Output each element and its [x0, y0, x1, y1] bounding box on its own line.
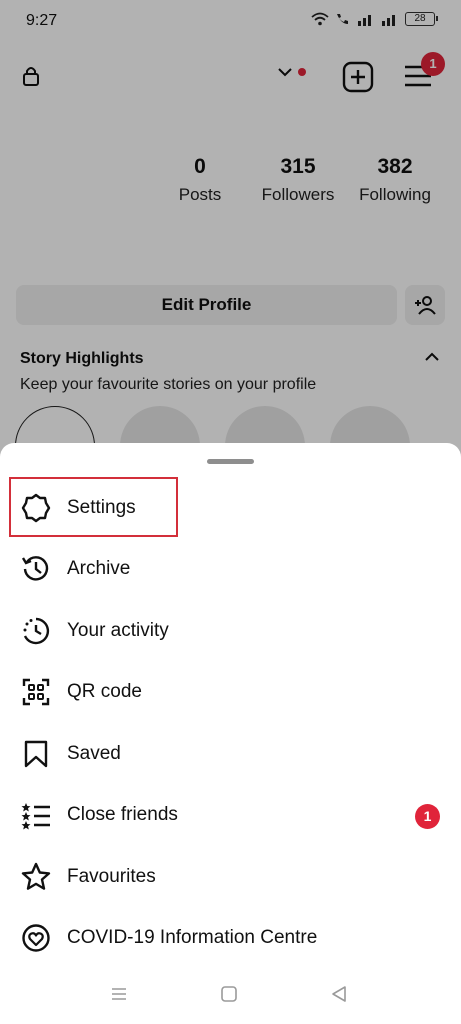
- menu-item-label: Saved: [67, 742, 121, 764]
- covid-info-icon: [20, 922, 52, 954]
- menu-item-favourites[interactable]: Favourites: [0, 846, 461, 908]
- activity-icon: [20, 615, 52, 647]
- sheet-grabber[interactable]: [207, 459, 254, 464]
- menu-item-label: QR code: [67, 681, 142, 703]
- menu-item-label: Your activity: [67, 619, 169, 641]
- menu-item-saved[interactable]: Saved: [0, 723, 461, 785]
- menu-item-archive[interactable]: Archive: [0, 539, 461, 601]
- system-nav-bar: [0, 973, 461, 1019]
- options-menu: Settings Archive Your activity QR code S…: [0, 477, 461, 969]
- close-friends-badge: 1: [415, 803, 440, 829]
- bookmark-icon: [20, 738, 52, 770]
- menu-item-qr-code[interactable]: QR code: [0, 662, 461, 724]
- archive-icon: [20, 553, 52, 585]
- qr-code-icon: [20, 676, 52, 708]
- star-icon: [20, 861, 52, 893]
- recents-icon[interactable]: [110, 985, 128, 1003]
- home-icon[interactable]: [220, 985, 238, 1003]
- menu-item-label: Archive: [67, 558, 131, 580]
- menu-item-close-friends[interactable]: Close friends 1: [0, 785, 461, 847]
- menu-item-your-activity[interactable]: Your activity: [0, 600, 461, 662]
- menu-item-label: Favourites: [67, 865, 156, 887]
- back-icon[interactable]: [330, 985, 348, 1003]
- menu-item-label: Close friends: [67, 804, 178, 826]
- settings-highlight-box: [9, 477, 178, 537]
- close-friends-icon: [20, 799, 52, 831]
- options-bottom-sheet: Settings Archive Your activity QR code S…: [0, 443, 461, 1024]
- menu-item-covid-info[interactable]: COVID-19 Information Centre: [0, 908, 461, 970]
- menu-item-label: COVID-19 Information Centre: [67, 927, 318, 949]
